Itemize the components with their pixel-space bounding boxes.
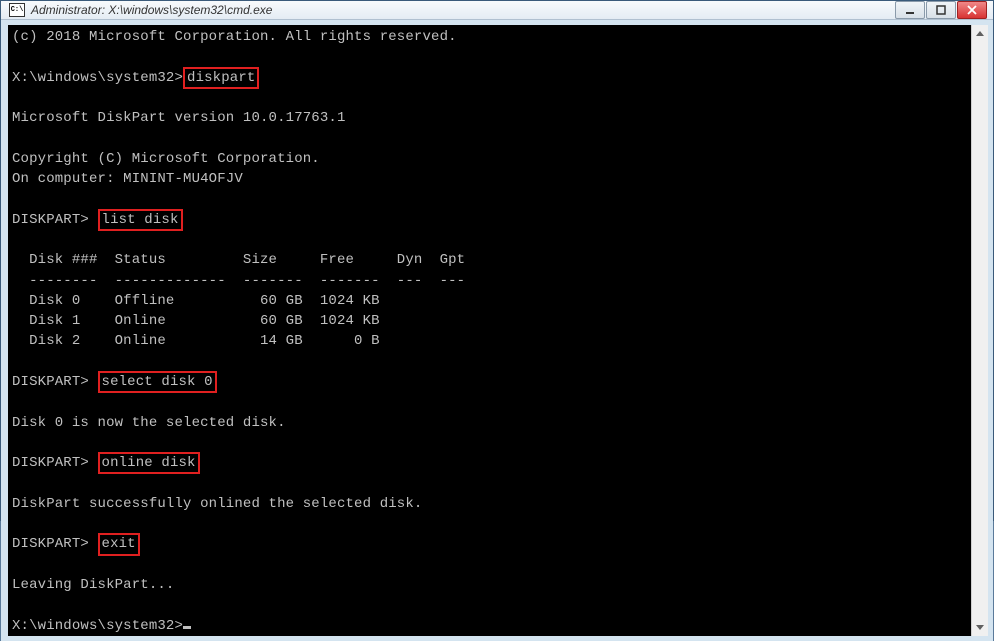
cmd-window: C:\ Administrator: X:\windows\system32\c… bbox=[0, 0, 994, 521]
cursor bbox=[183, 626, 191, 629]
prompt: X:\windows\system32> bbox=[12, 618, 183, 634]
maximize-button[interactable] bbox=[926, 1, 956, 19]
prompt: X:\windows\system32> bbox=[12, 70, 183, 86]
chevron-up-icon bbox=[976, 31, 984, 36]
cmd-diskpart: diskpart bbox=[183, 67, 259, 89]
cmd-list-disk: list disk bbox=[98, 209, 183, 231]
cmd-online-disk: online disk bbox=[98, 452, 200, 474]
terminal[interactable]: (c) 2018 Microsoft Corporation. All righ… bbox=[8, 25, 971, 636]
scrollbar[interactable] bbox=[971, 25, 988, 636]
cmd-icon: C:\ bbox=[9, 3, 25, 17]
scroll-up-button[interactable] bbox=[972, 25, 988, 42]
window-controls bbox=[895, 1, 987, 19]
terminal-container: (c) 2018 Microsoft Corporation. All righ… bbox=[1, 20, 993, 641]
close-button[interactable] bbox=[957, 1, 987, 19]
diskpart-prompt: DISKPART> bbox=[12, 536, 89, 552]
cmd-exit: exit bbox=[98, 533, 140, 555]
scroll-down-button[interactable] bbox=[972, 619, 988, 636]
msg-selected: Disk 0 is now the selected disk. bbox=[12, 413, 971, 433]
msg-onlined: DiskPart successfully onlined the select… bbox=[12, 494, 971, 514]
table-row: Disk 1 Online 60 GB 1024 KB bbox=[12, 311, 971, 331]
diskpart-copyright: Copyright (C) Microsoft Corporation. bbox=[12, 149, 971, 169]
minimize-icon bbox=[905, 5, 915, 15]
diskpart-prompt: DISKPART> bbox=[12, 212, 89, 228]
diskpart-computer: On computer: MININT-MU4OFJV bbox=[12, 169, 971, 189]
table-row: Disk 0 Offline 60 GB 1024 KB bbox=[12, 291, 971, 311]
table-header: Disk ### Status Size Free Dyn Gpt bbox=[12, 250, 971, 270]
chevron-down-icon bbox=[976, 625, 984, 630]
diskpart-prompt: DISKPART> bbox=[12, 374, 89, 390]
copyright-line: (c) 2018 Microsoft Corporation. All righ… bbox=[12, 27, 971, 47]
window-title: Administrator: X:\windows\system32\cmd.e… bbox=[31, 3, 895, 17]
table-row: Disk 2 Online 14 GB 0 B bbox=[12, 331, 971, 351]
msg-leaving: Leaving DiskPart... bbox=[12, 575, 971, 595]
close-icon bbox=[967, 5, 977, 15]
minimize-button[interactable] bbox=[895, 1, 925, 19]
diskpart-version: Microsoft DiskPart version 10.0.17763.1 bbox=[12, 108, 971, 128]
table-divider: -------- ------------- ------- ------- -… bbox=[12, 271, 971, 291]
maximize-icon bbox=[936, 5, 946, 15]
cmd-select-disk: select disk 0 bbox=[98, 371, 217, 393]
titlebar[interactable]: C:\ Administrator: X:\windows\system32\c… bbox=[1, 1, 993, 20]
diskpart-prompt: DISKPART> bbox=[12, 455, 89, 471]
